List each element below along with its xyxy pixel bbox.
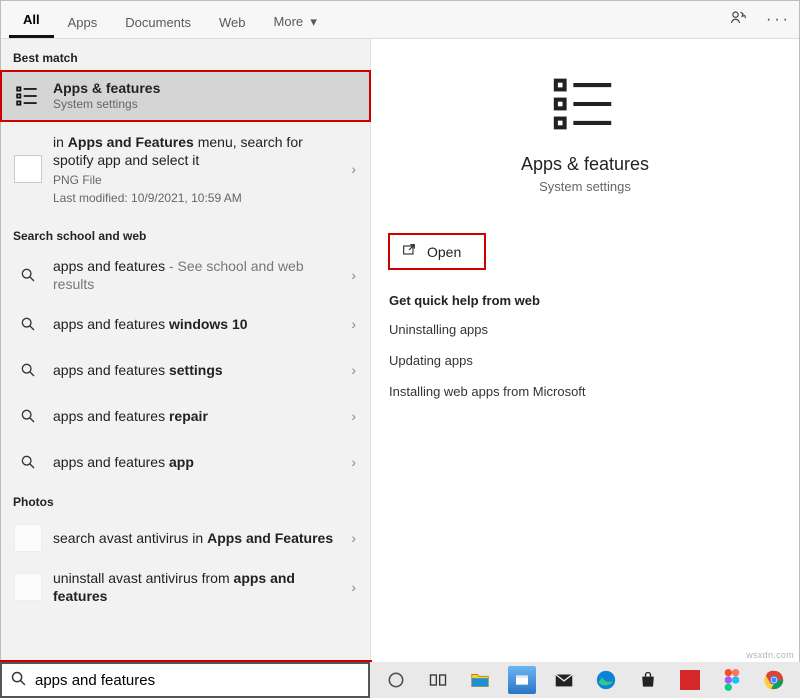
search-bar[interactable] xyxy=(0,662,370,698)
chevron-right-icon: › xyxy=(347,408,360,424)
search-icon xyxy=(13,447,43,477)
best-match-result[interactable]: Apps & features System settings xyxy=(1,71,370,121)
web-result[interactable]: apps and features repair› xyxy=(1,393,370,439)
help-link[interactable]: Uninstalling apps xyxy=(389,322,781,337)
file-explorer-icon[interactable] xyxy=(466,666,494,694)
best-match-header: Best match xyxy=(1,39,370,71)
image-thumbnail-icon xyxy=(14,573,42,601)
apps-features-large-icon xyxy=(550,69,620,142)
photo-result[interactable]: search avast antivirus in Apps and Featu… xyxy=(1,515,370,561)
png-result-filetype: PNG File xyxy=(53,173,337,189)
open-label: Open xyxy=(427,244,461,260)
preview-pane: Apps & features System settings Open Get… xyxy=(371,39,799,697)
tab-more-label: More xyxy=(274,14,304,29)
feedback-icon[interactable] xyxy=(728,8,748,31)
image-thumbnail-icon xyxy=(14,524,42,552)
open-button[interactable]: Open xyxy=(389,234,485,269)
cortana-icon[interactable] xyxy=(382,666,410,694)
edge-icon[interactable] xyxy=(592,666,620,694)
photo-result[interactable]: uninstall avast antivirus from apps and … xyxy=(1,561,370,613)
chevron-right-icon: › xyxy=(347,267,360,283)
chevron-right-icon: › xyxy=(347,316,360,332)
help-link[interactable]: Installing web apps from Microsoft xyxy=(389,384,781,399)
png-result-title: in Apps and Features menu, search for sp… xyxy=(53,133,337,169)
tab-apps[interactable]: Apps xyxy=(54,5,112,38)
web-result[interactable]: apps and features - See school and web r… xyxy=(1,249,370,301)
tab-all[interactable]: All xyxy=(9,2,54,38)
more-options-icon[interactable]: ··· xyxy=(766,11,791,29)
png-thumbnail-icon xyxy=(14,155,42,183)
tab-documents[interactable]: Documents xyxy=(111,5,205,38)
result-filter-tabs: All Apps Documents Web More ▾ ··· xyxy=(1,1,799,39)
search-icon xyxy=(13,309,43,339)
help-link[interactable]: Updating apps xyxy=(389,353,781,368)
preview-title: Apps & features xyxy=(521,154,649,175)
search-window: All Apps Documents Web More ▾ ··· Best m… xyxy=(0,0,800,698)
photos-header: Photos xyxy=(1,485,370,515)
list-settings-icon xyxy=(13,81,43,111)
taskbar xyxy=(370,662,800,698)
help-header: Get quick help from web xyxy=(389,293,781,308)
store-icon[interactable] xyxy=(634,666,662,694)
search-web-header: Search school and web xyxy=(1,213,370,249)
chevron-right-icon: › xyxy=(347,454,360,470)
app-icon-red[interactable] xyxy=(676,666,704,694)
search-icon xyxy=(13,401,43,431)
tab-more[interactable]: More ▾ xyxy=(260,4,331,38)
tab-web[interactable]: Web xyxy=(205,5,260,38)
chevron-right-icon: › xyxy=(347,362,360,378)
mail-icon[interactable] xyxy=(508,666,536,694)
web-result[interactable]: apps and features settings› xyxy=(1,347,370,393)
task-view-icon[interactable] xyxy=(424,666,452,694)
results-pane: Best match Apps & features System settin… xyxy=(1,39,371,697)
best-match-title: Apps & features xyxy=(53,80,160,96)
web-result[interactable]: apps and features app› xyxy=(1,439,370,485)
open-icon xyxy=(401,242,417,261)
preview-sub: System settings xyxy=(539,179,631,194)
chevron-right-icon: › xyxy=(347,530,360,546)
search-input[interactable] xyxy=(35,672,360,689)
figma-icon[interactable] xyxy=(718,666,746,694)
watermark: wsxdn.com xyxy=(746,650,794,660)
search-icon xyxy=(13,355,43,385)
best-match-sub: System settings xyxy=(53,97,360,113)
png-result-modified: Last modified: 10/9/2021, 10:59 AM xyxy=(53,191,337,205)
chrome-icon[interactable] xyxy=(760,666,788,694)
search-icon xyxy=(13,260,43,290)
search-icon xyxy=(10,670,27,690)
png-result[interactable]: in Apps and Features menu, search for sp… xyxy=(1,121,370,213)
envelope-icon[interactable] xyxy=(550,666,578,694)
chevron-right-icon: › xyxy=(347,161,360,177)
web-result[interactable]: apps and features windows 10› xyxy=(1,301,370,347)
chevron-down-icon: ▾ xyxy=(307,14,317,29)
chevron-right-icon: › xyxy=(347,579,360,595)
